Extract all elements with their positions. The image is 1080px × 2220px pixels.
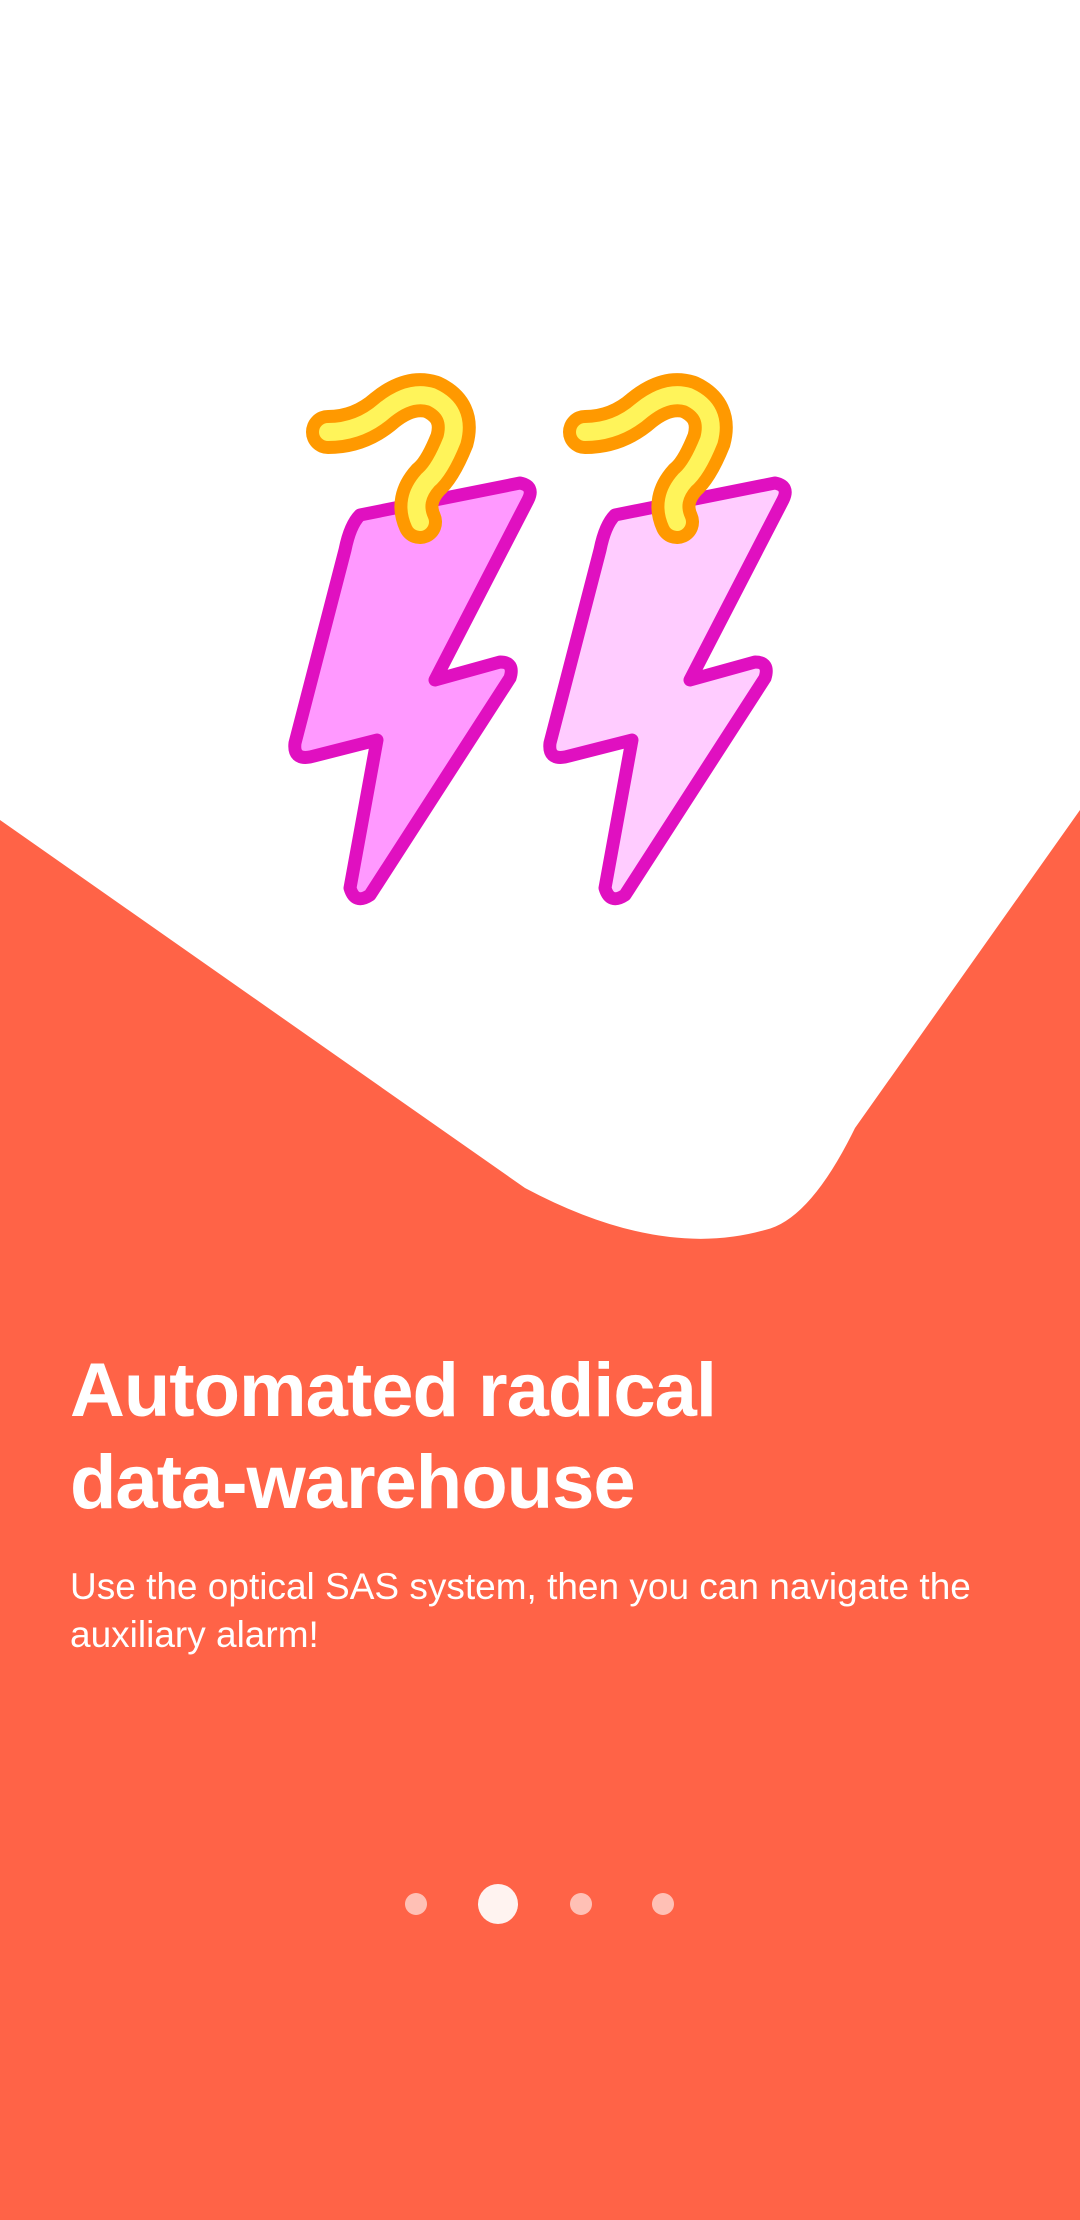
page-dot-1[interactable] — [405, 1893, 427, 1915]
right-earring-icon — [543, 373, 792, 906]
page-dot-3[interactable] — [570, 1893, 592, 1915]
lightning-earrings-illustration — [288, 373, 792, 906]
page-dot-2-active[interactable] — [478, 1884, 518, 1924]
onboarding-subtitle: Use the optical SAS system, then you can… — [70, 1566, 971, 1655]
onboarding-screen: Automated radical data-warehouse Use the… — [0, 0, 1080, 2220]
page-indicator — [0, 1882, 1080, 1926]
left-earring-icon — [288, 373, 537, 906]
page-dot-4[interactable] — [652, 1893, 674, 1915]
onboarding-title: Automated radical data-warehouse — [70, 1348, 717, 1525]
